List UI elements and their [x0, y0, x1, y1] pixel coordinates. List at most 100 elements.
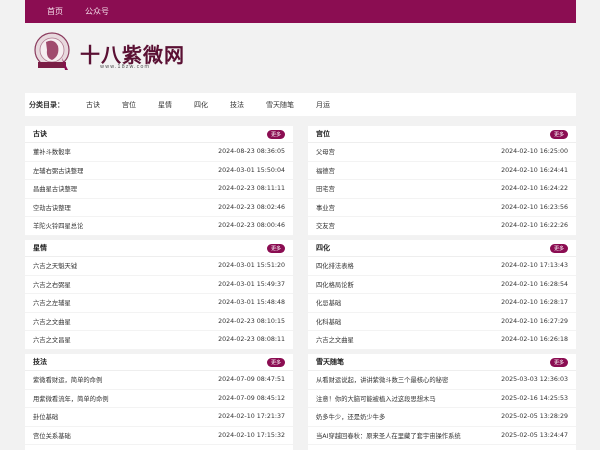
article-title[interactable]: 事业宫 — [316, 203, 335, 212]
article-date: 2024-03-01 15:51:20 — [218, 262, 285, 270]
site-logo[interactable]: 十八紫微网 www.18zw.com — [32, 30, 202, 80]
article-title[interactable]: 注意！你的大脑可能被植入过这段思想木马 — [316, 394, 436, 403]
nav-home-link[interactable]: 首页 — [47, 6, 63, 17]
list-item[interactable]: 福德宫 2024-02-10 16:24:41 — [308, 162, 576, 180]
panel-title: 四化 — [316, 244, 330, 252]
more-button[interactable]: 更多 — [266, 357, 285, 367]
list-item[interactable]: 化科基础 2024-02-10 16:27:29 — [308, 313, 576, 331]
list-item[interactable]: 紫微看财运，简单的命例 2024-07-09 08:47:51 — [25, 371, 293, 390]
list-item[interactable]: 当AI穿越回春秋：原来圣人在里藏了套宇宙操作系统 2025-02-05 13:24… — [308, 427, 576, 445]
article-title[interactable]: 左辅右弼古诀整理 — [33, 166, 83, 175]
logo-seal-icon — [34, 32, 70, 70]
list-item[interactable]: 四化格局论断 2024-02-10 16:28:54 — [308, 276, 576, 294]
article-title[interactable]: 卦位基础 — [33, 412, 58, 421]
article-title[interactable]: 紫微看财运，简单的命例 — [33, 375, 102, 384]
article-date: 2024-02-10 17:15:32 — [218, 431, 285, 439]
more-button[interactable]: 更多 — [549, 243, 568, 253]
list-item[interactable]: 六吉之左辅星 2024-03-01 15:48:48 — [25, 294, 293, 313]
category-link-sihua[interactable]: 四化 — [194, 100, 208, 110]
article-title[interactable]: 父母宫 — [316, 147, 335, 156]
more-button[interactable]: 更多 — [549, 357, 568, 367]
panel-header: 技法 更多 — [25, 354, 293, 371]
list-item[interactable]: 左辅右弼古诀整理 2024-03-01 15:50:04 — [25, 162, 293, 180]
article-date: 2024-02-10 16:22:26 — [501, 222, 568, 230]
panel-sihua: 四化 更多 四化排法表格 2024-02-10 17:13:43 四化格局论断 20… — [308, 240, 576, 350]
panel-xuetian: 雪天随笔 更多 从看财运说起，讲讲紫微斗数三个最核心的秘密 2025-03-03 … — [308, 354, 576, 450]
article-title[interactable]: 六吉之右弼星 — [33, 280, 71, 289]
article-title[interactable]: 六吉之文曲星 — [33, 317, 71, 326]
panel-title: 古诀 — [33, 130, 47, 138]
article-date: 2024-02-23 08:00:46 — [218, 222, 285, 230]
list-item[interactable]: 田宅宫 2024-02-10 16:24:22 — [308, 180, 576, 199]
article-title[interactable]: 六吉之文昌星 — [33, 335, 71, 344]
article-title[interactable]: 用紫微看流年，简单的命例 — [33, 394, 109, 403]
list-item[interactable]: 用紫微看流年，简单的命例 2024-07-09 08:45:12 — [25, 390, 293, 408]
list-item[interactable]: 卦位基础 2024-02-10 17:21:37 — [25, 408, 293, 427]
list-item[interactable]: 六吉之文曲星 2024-02-10 16:26:18 — [308, 331, 576, 350]
list-item[interactable]: 六吉之右弼星 2024-03-01 15:49:37 — [25, 276, 293, 294]
list-item[interactable]: 注意！你的大脑可能被植入过这段思想木马 2025-02-16 14:25:53 — [308, 390, 576, 408]
article-date: 2024-02-10 17:13:43 — [501, 262, 568, 270]
article-date: 2024-08-23 08:36:05 — [218, 148, 285, 156]
article-title[interactable]: 董补斗数骰率 — [33, 147, 71, 156]
nav-official-account-link[interactable]: 公众号 — [85, 6, 109, 17]
list-item[interactable]: 董补斗数骰率 2024-08-23 08:36:05 — [25, 143, 293, 162]
more-button[interactable]: 更多 — [266, 129, 285, 139]
list-item[interactable]: 奶多牛少，还是奶少牛多 2025-02-05 13:28:29 — [308, 408, 576, 427]
list-item[interactable]: 羊陀火铃四星总论 2024-02-23 08:00:46 — [25, 217, 293, 236]
article-title[interactable]: 化忌基础 — [316, 298, 341, 307]
list-item[interactable]: 宫位关系基础 2024-02-10 17:15:32 — [25, 427, 293, 445]
list-item[interactable]: 交友宫 2024-02-10 16:22:26 — [308, 217, 576, 236]
article-date: 2024-02-10 16:23:56 — [501, 203, 568, 211]
article-title[interactable]: 六吉之文曲星 — [316, 335, 354, 344]
category-link-yueyun[interactable]: 月运 — [316, 100, 330, 110]
article-title[interactable]: 从看财运说起，讲讲紫微斗数三个最核心的秘密 — [316, 375, 448, 384]
list-item[interactable]: 化忌基础 2024-02-10 16:28:17 — [308, 294, 576, 313]
list-item[interactable]: 父母宫 2024-02-10 16:25:00 — [308, 143, 576, 162]
panel-header: 雪天随笔 更多 — [308, 354, 576, 371]
category-link-xuetian[interactable]: 雪天随笔 — [266, 100, 294, 110]
panel-header: 宫位 更多 — [308, 126, 576, 143]
list-item[interactable]: 从看财运说起，讲讲紫微斗数三个最核心的秘密 2025-03-03 12:36:03 — [308, 371, 576, 390]
article-title[interactable]: 福德宫 — [316, 166, 335, 175]
list-item[interactable]: 六吉之天魁天钺 2024-03-01 15:51:20 — [25, 257, 293, 276]
more-button[interactable]: 更多 — [266, 243, 285, 253]
article-date: 2024-03-01 15:48:48 — [218, 299, 285, 307]
list-item[interactable]: 六吉之文昌星 2024-02-23 08:08:11 — [25, 331, 293, 350]
list-item[interactable]: 昌曲星古诀整理 2024-02-23 08:11:11 — [25, 180, 293, 199]
more-button[interactable]: 更多 — [549, 129, 568, 139]
article-date: 2025-02-05 13:28:29 — [501, 413, 568, 421]
article-title[interactable]: 田宅宫 — [316, 184, 335, 193]
panel-header: 古诀 更多 — [25, 126, 293, 143]
article-title[interactable]: 当AI穿越回春秋：原来圣人在里藏了套宇宙操作系统 — [316, 431, 461, 440]
article-title[interactable]: 空劫古诀整理 — [33, 203, 71, 212]
category-link-gongwei[interactable]: 宫位 — [122, 100, 136, 110]
article-date: 2024-02-10 16:26:18 — [501, 336, 568, 344]
article-date: 2024-02-10 16:27:29 — [501, 317, 568, 325]
category-link-jifa[interactable]: 技法 — [230, 100, 244, 110]
category-link-xingqing[interactable]: 星情 — [158, 100, 172, 110]
panel-title: 技法 — [33, 358, 47, 366]
panel-title: 星情 — [33, 244, 47, 252]
article-date: 2024-03-01 15:49:37 — [218, 280, 285, 288]
article-date: 2025-02-16 14:25:53 — [501, 394, 568, 402]
article-title[interactable]: 交友宫 — [316, 221, 335, 230]
category-link-gujue[interactable]: 古诀 — [86, 100, 100, 110]
article-title[interactable]: 宫位关系基础 — [33, 431, 71, 440]
article-title[interactable]: 化科基础 — [316, 317, 341, 326]
article-title[interactable]: 六吉之左辅星 — [33, 298, 71, 307]
panel-header: 星情 更多 — [25, 240, 293, 257]
article-title[interactable]: 四化排法表格 — [316, 261, 354, 270]
article-title[interactable]: 昌曲星古诀整理 — [33, 184, 77, 193]
article-title[interactable]: 羊陀火铃四星总论 — [33, 221, 83, 230]
list-item[interactable]: 四化排法表格 2024-02-10 17:13:43 — [308, 257, 576, 276]
article-title[interactable]: 四化格局论断 — [316, 280, 354, 289]
article-date: 2024-07-09 08:47:51 — [218, 376, 285, 384]
article-title[interactable]: 六吉之天魁天钺 — [33, 261, 77, 270]
article-title[interactable]: 奶多牛少，还是奶少牛多 — [316, 412, 385, 421]
panel-gujue: 古诀 更多 董补斗数骰率 2024-08-23 08:36:05 左辅右弼古诀整理… — [25, 126, 293, 236]
list-item[interactable]: 六吉之文曲星 2024-02-23 08:10:15 — [25, 313, 293, 331]
list-item[interactable]: 事业宫 2024-02-10 16:23:56 — [308, 199, 576, 217]
list-item[interactable]: 空劫古诀整理 2024-02-23 08:02:46 — [25, 199, 293, 217]
article-date: 2024-02-10 16:25:00 — [501, 148, 568, 156]
